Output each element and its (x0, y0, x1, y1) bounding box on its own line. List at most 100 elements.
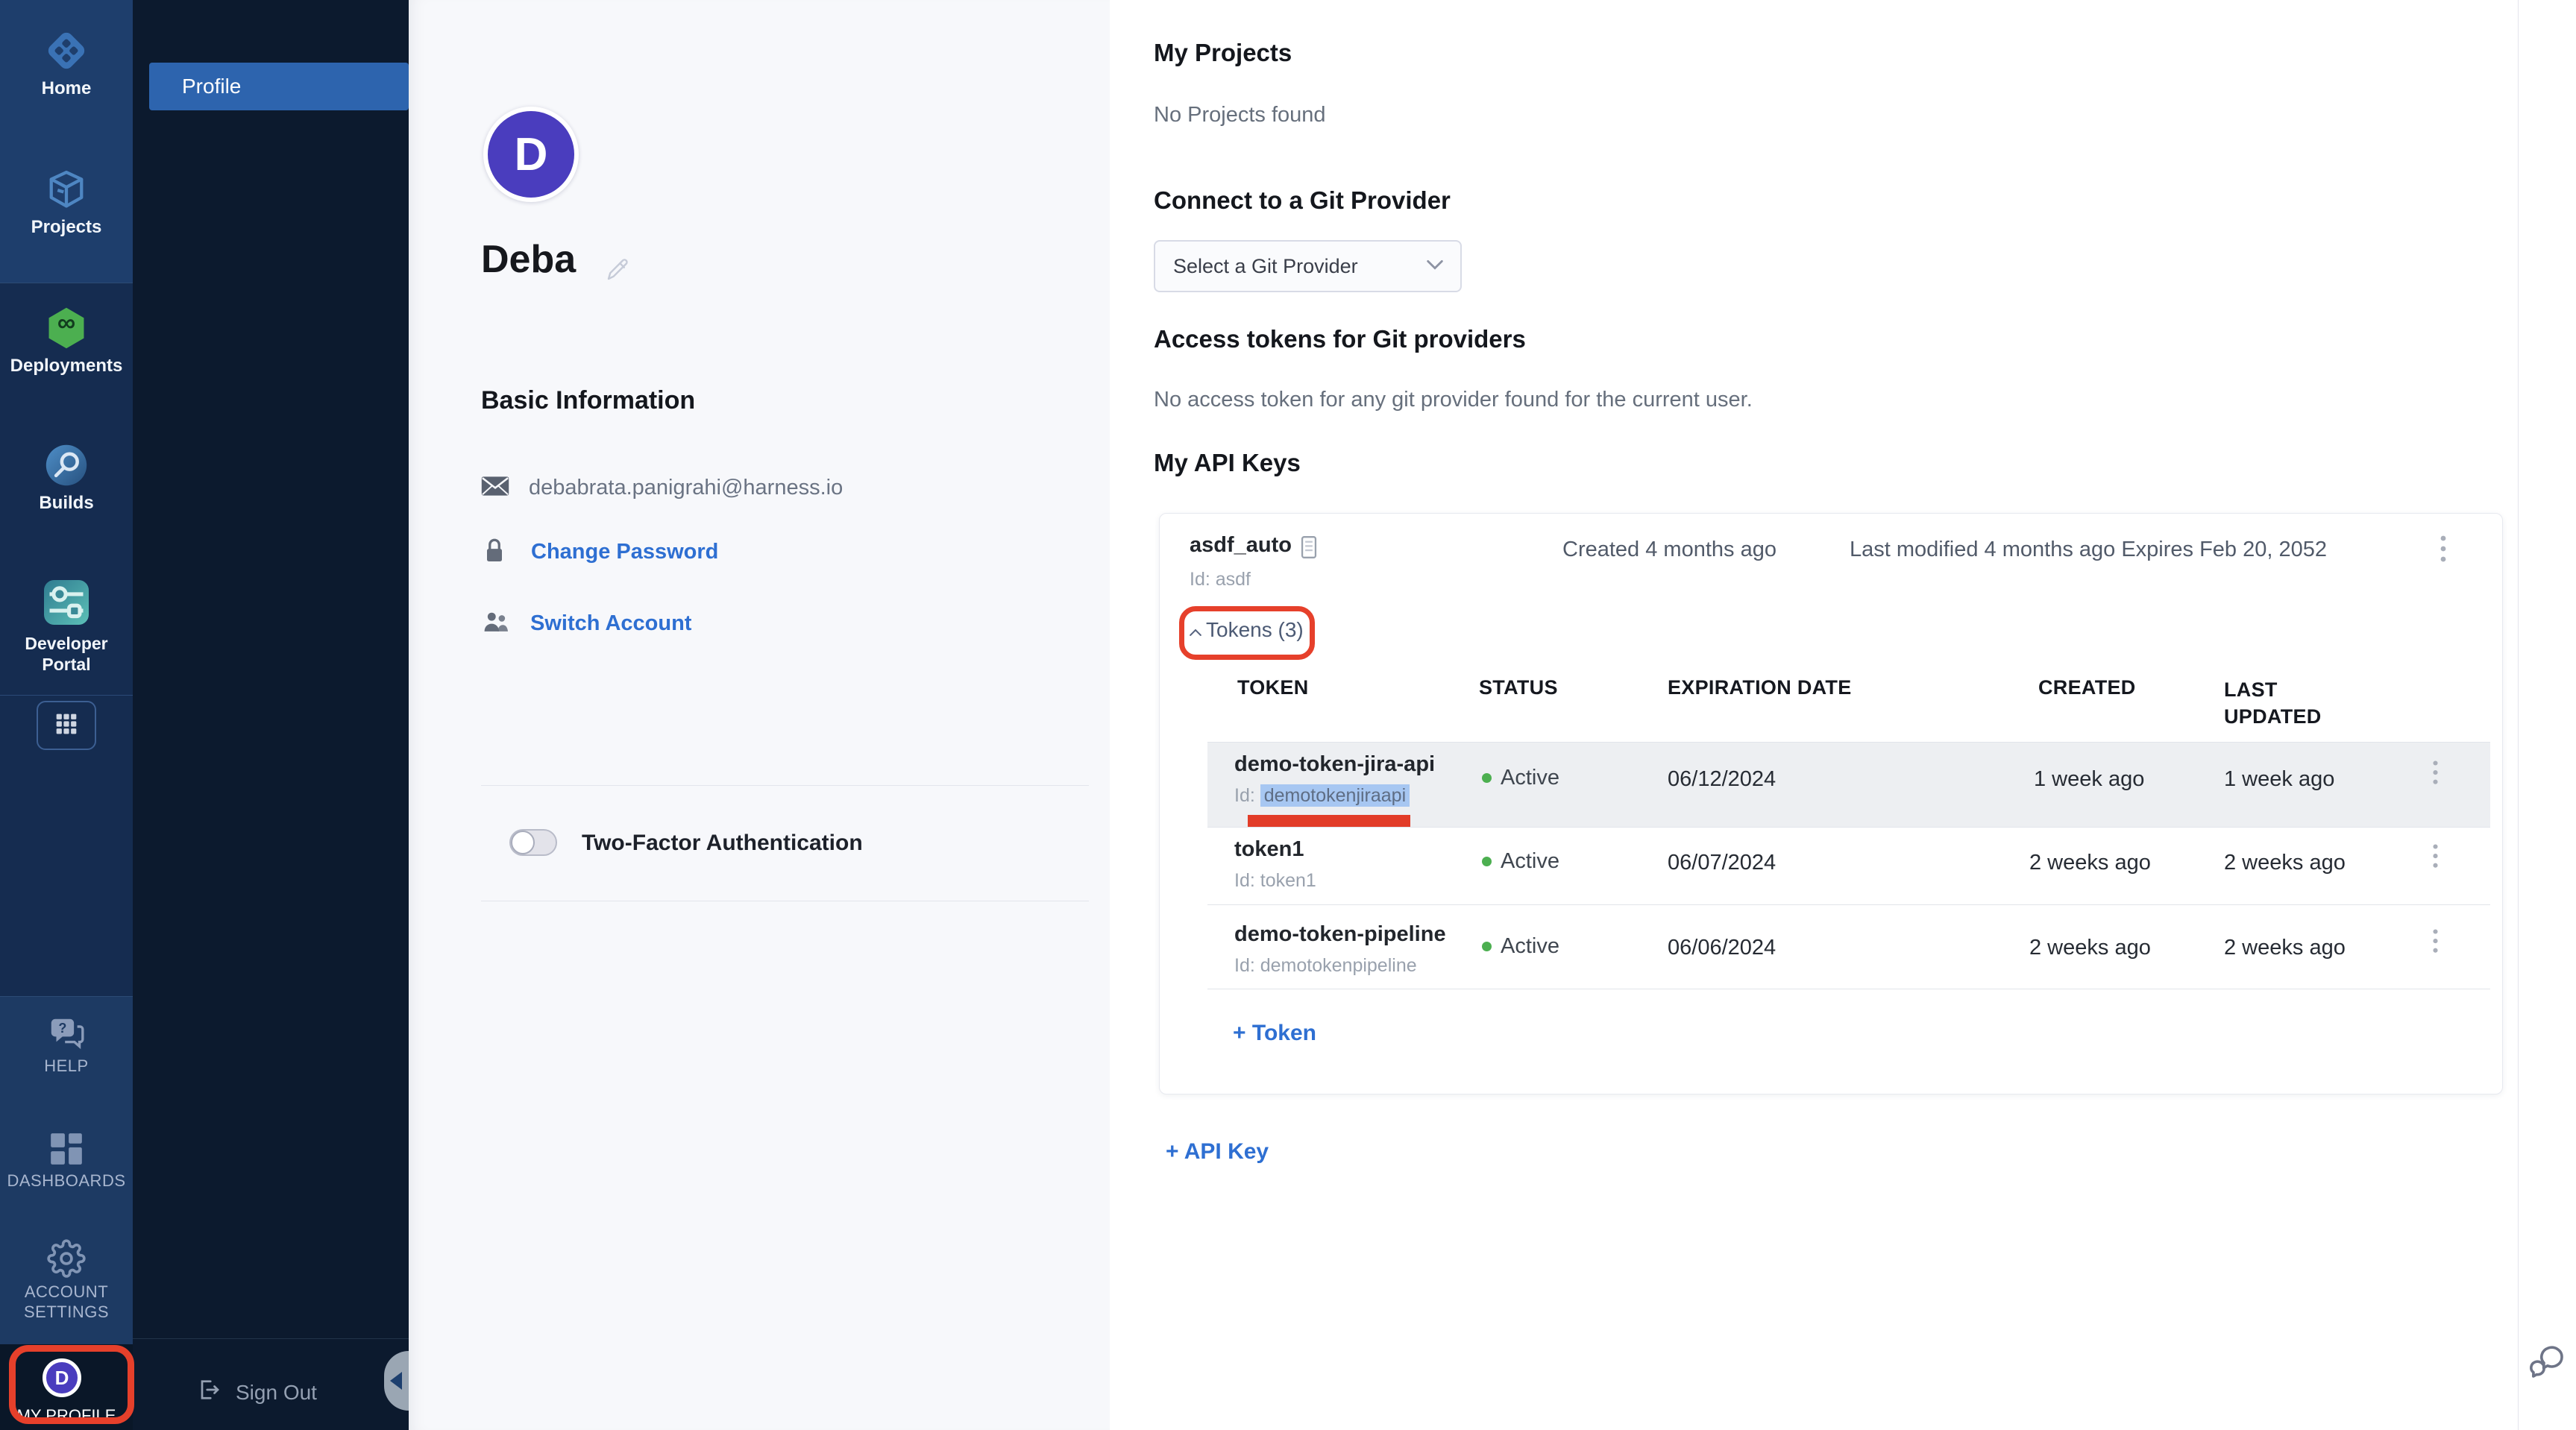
basic-information-title: Basic Information (481, 386, 695, 415)
git-provider-select-value: Select a Git Provider (1173, 255, 1358, 278)
api-key-modified-expires: Last modified 4 months ago Expires Feb 2… (1850, 538, 2327, 562)
token-id-value-selected: demotokenjiraapi (1260, 784, 1410, 807)
profile-panel: D Deba Basic Information debabrata.panig… (409, 0, 1110, 1430)
token-name: demo-token-pipeline (1234, 922, 1446, 947)
token-menu-kebab-icon[interactable] (2432, 928, 2439, 959)
api-key-name: asdf_auto (1190, 533, 1292, 558)
divider (1207, 904, 2490, 905)
col-header-expiration: EXPIRATION DATE (1668, 676, 1852, 699)
token-id: Id: demotokenpipeline (1234, 955, 1417, 977)
sidebar-label: Developer Portal (18, 633, 115, 675)
token-updated: 2 weeks ago (2224, 851, 2346, 875)
toggle-knob (511, 831, 535, 854)
svg-text:?: ? (58, 1021, 66, 1036)
token-id-prefix: Id: (1234, 785, 1260, 806)
token-expiration: 06/12/2024 (1668, 767, 1776, 792)
sidebar-item-projects[interactable]: Projects (0, 166, 133, 238)
add-token-button[interactable]: + Token (1233, 1021, 1316, 1046)
sidebar-item-account-settings[interactable]: ACCOUNT SETTINGS (0, 1239, 133, 1322)
sign-out-button[interactable]: Sign Out (195, 1376, 317, 1408)
harness-profile-screen: Home Projects ∞ Deployments (0, 0, 2576, 1430)
api-key-card: asdf_auto Id: asdf Created 4 months ago … (1159, 513, 2503, 1094)
token-created: 2 weeks ago (2029, 851, 2151, 875)
projects-cube-icon (43, 204, 90, 216)
sidebar-label: ACCOUNT SETTINGS (17, 1282, 116, 1322)
sidebar-item-profile-active[interactable]: Profile (149, 63, 409, 110)
sidebar-collapse-handle[interactable] (384, 1351, 409, 1411)
sidebar-label: DASHBOARDS (0, 1171, 133, 1191)
divider (133, 1338, 409, 1339)
change-password-link[interactable]: Change Password (531, 540, 718, 564)
token-name: token1 (1234, 837, 1304, 862)
git-provider-select[interactable]: Select a Git Provider (1154, 240, 1462, 292)
switch-account-row: Switch Account (481, 610, 691, 637)
builds-magnifier-icon (43, 479, 90, 492)
sidebar-label: Home (0, 78, 133, 99)
lock-icon (483, 537, 506, 567)
token-created: 1 week ago (2034, 767, 2144, 792)
copy-icon[interactable] (1299, 535, 1319, 564)
status-dot-green (1482, 857, 1492, 866)
rail-divider (0, 695, 133, 696)
gear-icon (47, 1268, 86, 1281)
token-status: Active (1482, 849, 1559, 874)
left-nav-rail: Home Projects ∞ Deployments (0, 0, 133, 1430)
token-expiration: 06/07/2024 (1668, 851, 1776, 875)
token-updated: 1 week ago (2224, 767, 2334, 792)
token-status: Active (1482, 934, 1559, 959)
edit-name-pencil-icon[interactable] (604, 256, 631, 287)
collapse-arrow-icon (390, 1372, 402, 1390)
user-email: debabrata.panigrahi@harness.io (529, 476, 843, 500)
token-menu-kebab-icon[interactable] (2432, 843, 2439, 874)
sidebar-item-builds[interactable]: Builds (0, 441, 133, 514)
access-tokens-title: Access tokens for Git providers (1154, 325, 1526, 353)
divider (481, 785, 1089, 786)
divider (1207, 827, 2490, 828)
email-row: debabrata.panigrahi@harness.io (481, 476, 843, 500)
sign-out-label: Sign Out (236, 1381, 317, 1405)
api-keys-title: My API Keys (1154, 449, 1301, 477)
avatar-initial: D (515, 128, 548, 181)
token-updated: 2 weeks ago (2224, 936, 2346, 960)
git-provider-title: Connect to a Git Provider (1154, 186, 1451, 215)
sign-out-icon (195, 1376, 222, 1408)
grid-icon (54, 712, 78, 740)
token-menu-kebab-icon[interactable] (2432, 760, 2439, 790)
home-icon (43, 65, 90, 78)
sidebar-item-deployments[interactable]: ∞ Deployments (0, 304, 133, 377)
api-key-created: Created 4 months ago (1562, 538, 1777, 562)
access-tokens-empty-text: No access token for any git provider fou… (1154, 388, 1753, 412)
api-key-menu-kebab-icon[interactable] (2440, 535, 2447, 568)
secondary-sidebar: Profile Sign Out (133, 0, 409, 1430)
sidebar-item-home[interactable]: Home (0, 27, 133, 99)
developer-portal-icon (40, 620, 93, 632)
sidebar-label: MY PROFILE (17, 1406, 116, 1425)
sidebar-item-help[interactable]: ? HELP (0, 1015, 133, 1076)
two-factor-toggle[interactable] (509, 829, 557, 856)
add-api-key-button[interactable]: + API Key (1166, 1139, 1269, 1165)
profile-nav-label: Profile (182, 75, 241, 98)
token-id: Id: demotokenjiraapi (1234, 785, 1410, 807)
status-dot-green (1482, 773, 1492, 783)
deployments-infinity-icon: ∞ (43, 304, 90, 352)
sidebar-label: Builds (0, 493, 133, 514)
email-envelope-icon (481, 476, 509, 500)
main-content: My Projects No Projects found Connect to… (1110, 0, 2576, 1430)
profile-avatar[interactable]: D (483, 107, 579, 202)
api-key-id: Id: asdf (1190, 569, 1251, 590)
sidebar-item-dashboards[interactable]: DASHBOARDS (0, 1130, 133, 1191)
token-name: demo-token-jira-api (1234, 752, 1435, 777)
switch-account-link[interactable]: Switch Account (530, 611, 691, 636)
chevron-down-icon (1426, 259, 1444, 274)
chevron-up-icon (1190, 627, 1201, 640)
token-expiration: 06/06/2024 (1668, 936, 1776, 960)
switch-account-people-icon (481, 610, 511, 637)
tokens-expander[interactable]: Tokens (3) (1206, 618, 1304, 642)
sidebar-item-developer-portal[interactable]: Developer Portal (0, 576, 133, 675)
help-chat-bubble-icon[interactable] (2528, 1345, 2567, 1385)
status-dot-green (1482, 942, 1492, 951)
module-grid-button[interactable] (37, 701, 96, 750)
col-header-status: STATUS (1479, 676, 1558, 699)
right-gutter-divider (2518, 0, 2519, 1430)
sidebar-label: Deployments (0, 356, 133, 377)
